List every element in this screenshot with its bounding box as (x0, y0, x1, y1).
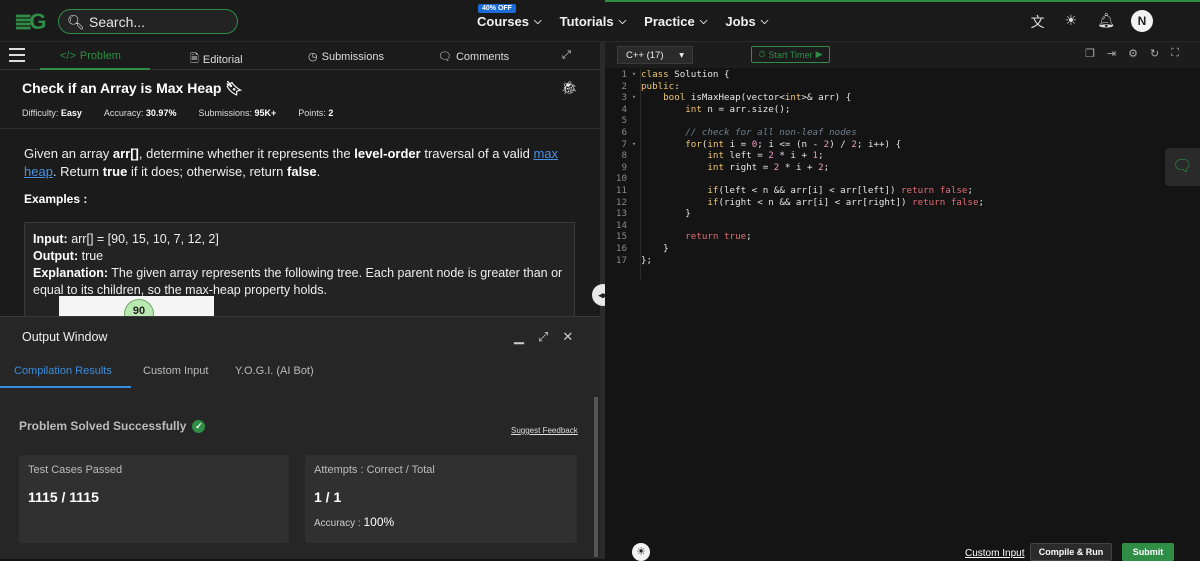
accuracy: Accuracy: 30.97% (103, 108, 177, 118)
check-circle-icon: ✓ (192, 419, 206, 433)
examples-heading: Examples : (24, 192, 88, 206)
avatar[interactable]: N (1131, 10, 1153, 32)
editor-actions: ❐ ⇥ ⚙ ↻ ⛶ (1085, 47, 1179, 60)
bookmark-icon[interactable]: 🔖︎ (221, 80, 243, 96)
document-icon: 🗎 (190, 53, 199, 65)
custom-input-link[interactable]: Custom Input (965, 548, 1024, 559)
scrollbar[interactable] (594, 397, 598, 557)
copy-icon[interactable]: ❐ (1085, 47, 1095, 60)
test-cases-card: Test Cases Passed 1115 / 1115 (19, 455, 289, 543)
active-tab-indicator (40, 68, 150, 70)
tab-custom-input[interactable]: Custom Input (143, 365, 208, 377)
code-icon: </> (60, 50, 76, 62)
reset-icon[interactable]: ↻ (1150, 47, 1159, 60)
nav-jobs[interactable]: Jobs ⌵ (725, 14, 768, 29)
attempts-value: 1 / 1 (314, 489, 342, 505)
problem-tabs: </> Problem 🗎 Editorial ◷ Submissions 🗨︎ Com… (0, 42, 600, 70)
settings-icon[interactable]: ⚙ (1128, 47, 1138, 60)
timer-icon: ⏱︎ (758, 49, 766, 59)
attempts-card: Attempts : Correct / Total 1 / 1 Accurac… (305, 455, 577, 543)
compile-run-button[interactable]: Compile & Run (1030, 543, 1112, 561)
tab-yogi-bot[interactable]: Y.O.G.I. (AI Bot) (235, 365, 314, 377)
accent-line (605, 0, 1200, 2)
bell-icon[interactable]: 🔔︎ (1097, 12, 1115, 32)
menu-icon[interactable] (9, 48, 25, 62)
nav-courses[interactable]: Courses ⌵ (477, 14, 542, 29)
active-tab-indicator (0, 386, 131, 388)
output-window: Output Window ▁ ⤢ ✕ Compilation Results … (0, 316, 600, 559)
comment-icon: 🗨︎ (438, 51, 452, 63)
search-box[interactable]: 🔍︎ (58, 9, 238, 34)
attempts-label: Attempts : Correct / Total (314, 464, 435, 476)
test-cases-label: Test Cases Passed (28, 464, 123, 476)
output-window-controls: ▁ ⤢ ✕ (514, 329, 573, 345)
close-icon[interactable]: ✕ (562, 329, 573, 345)
test-cases-value: 1115 / 1115 (28, 489, 99, 505)
chevron-down-icon: ⌵ (699, 16, 708, 27)
gfg-logo[interactable]: ≣G (14, 9, 47, 35)
translate-icon[interactable]: 文 (1031, 12, 1045, 32)
tab-submissions[interactable]: ◷ Submissions (308, 50, 384, 64)
clock-icon: ◷ (308, 51, 318, 63)
points: Points: 2 (298, 108, 334, 118)
status-message: Problem Solved Successfully ✓ (19, 419, 206, 433)
theme-sun-icon[interactable]: ☀ (1065, 12, 1078, 32)
nav-tutorials[interactable]: Tutorials ⌵ (560, 14, 627, 29)
problem-title: Check if an Array is Max Heap 🔖︎ (22, 80, 244, 96)
accuracy-result: Accuracy : 100% (314, 515, 395, 529)
import-icon[interactable]: ⇥ (1107, 47, 1116, 60)
problem-description: Given an array arr[], determine whether … (24, 146, 558, 179)
chevron-down-icon: ⌵ (534, 16, 542, 27)
maximize-icon[interactable]: ⤢ (538, 329, 548, 345)
code-editor[interactable]: C++ (17) ▾ ⏱︎ Start Timer ▶ ❐ ⇥ ⚙ ↻ ⛶ 1 ▾ cla… (605, 42, 1200, 559)
header-actions: 文 ☀ 🔔︎ (1031, 12, 1115, 32)
nav-practice[interactable]: Practice ⌵ (644, 14, 707, 29)
submissions: Submissions: 95K+ (198, 108, 277, 118)
fullscreen-icon[interactable]: ⛶ (1171, 47, 1179, 60)
main-nav: Courses ⌵ Tutorials ⌵ Practice ⌵ Jobs ⌵ (477, 14, 768, 29)
tab-problem[interactable]: </> Problem (60, 50, 121, 62)
language-select[interactable]: C++ (17) ▾ (617, 46, 693, 64)
theme-toggle-icon[interactable]: ☀ (632, 543, 650, 561)
search-icon: 🔍︎ (67, 13, 85, 30)
divider (0, 128, 600, 129)
tab-compilation-results[interactable]: Compilation Results (14, 365, 112, 377)
difficulty: Difficulty: Easy (22, 108, 82, 118)
submit-button[interactable]: Submit (1122, 543, 1174, 561)
chevron-down-icon: ⌵ (760, 16, 769, 27)
code-area[interactable]: 1 ▾ class Solution { 2 public: 3 ▾ bool isMa… (605, 69, 984, 266)
caret-down-icon: ▾ (679, 49, 684, 61)
top-navbar: ≣G 🔍︎ 40% OFF Courses⌵ Tutorials⌵ Practi… (0, 0, 1200, 42)
start-timer-button[interactable]: ⏱︎ Start Timer ▶ (751, 46, 830, 63)
problem-meta: Difficulty: Easy Accuracy: 30.97% Submis… (22, 108, 333, 118)
tab-editorial[interactable]: 🗎 Editorial (190, 50, 243, 69)
expand-icon[interactable]: ⤢ (562, 49, 571, 62)
tab-comments[interactable]: 🗨︎ Comments (438, 50, 509, 64)
output-tabs: Compilation Results Custom Input Y.O.G.I… (0, 357, 600, 388)
chevron-down-icon: ⌵ (618, 16, 627, 27)
editor-toolbar: C++ (17) ▾ ⏱︎ Start Timer ▶ ❐ ⇥ ⚙ ↻ ⛶ (605, 42, 1200, 68)
offer-badge: 40% OFF (478, 4, 516, 13)
suggest-feedback-link[interactable]: Suggest Feedback (511, 426, 578, 435)
minimize-icon[interactable]: ▁ (514, 329, 524, 345)
play-icon: ▶ (815, 49, 823, 59)
search-input[interactable] (89, 13, 229, 30)
output-window-title: Output Window (22, 330, 108, 344)
chat-icon[interactable]: 🗨︎ (1165, 148, 1200, 186)
report-bug-icon[interactable]: 🐞︎ (561, 80, 578, 96)
